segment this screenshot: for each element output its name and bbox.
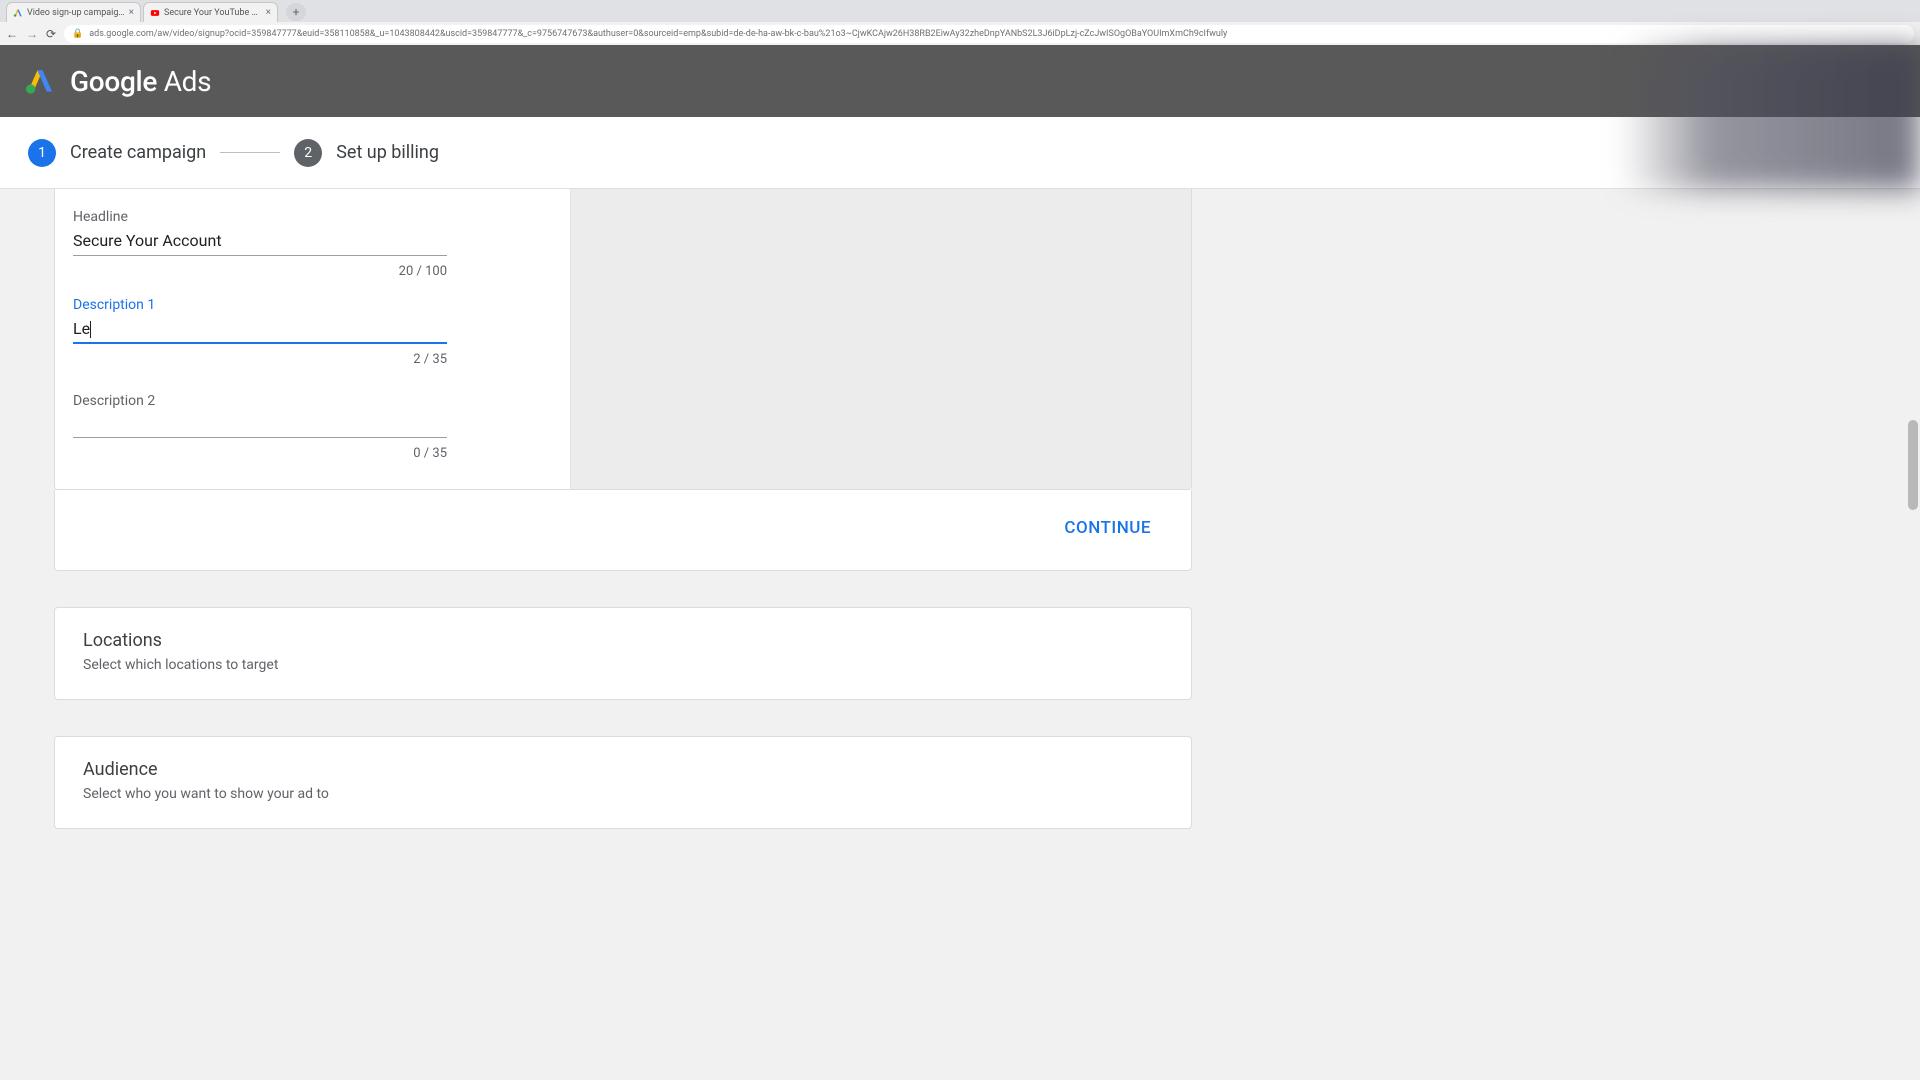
logo-text: Google Ads	[70, 65, 211, 98]
ad-preview-panel	[570, 189, 1191, 489]
app-header: Google Ads	[0, 45, 1920, 117]
description1-input-wrap[interactable]: Le	[73, 319, 447, 344]
headline-input-wrap[interactable]: Secure Your Account	[73, 231, 447, 256]
continue-card: CONTINUE	[54, 490, 1192, 571]
step-label: Set up billing	[336, 142, 439, 163]
ads-favicon-icon	[13, 8, 23, 18]
browser-tab-active[interactable]: Video sign-up campaign - 279 ×	[6, 2, 141, 22]
description2-label: Description 2	[73, 393, 546, 409]
step-connector	[220, 152, 280, 153]
continue-button[interactable]: CONTINUE	[1064, 518, 1151, 538]
forward-icon: →	[26, 27, 38, 41]
headline-counter: 20 / 100	[73, 264, 447, 279]
continue-row: CONTINUE	[55, 490, 1191, 570]
locations-subtitle: Select which locations to target	[83, 657, 1163, 673]
browser-chrome: Video sign-up campaign - 279 × Secure Yo…	[0, 0, 1920, 45]
ad-text-card: Headline Secure Your Account 20 / 100 De…	[54, 189, 1192, 490]
description1-counter: 2 / 35	[73, 352, 447, 367]
description2-field: Description 2 0 / 35	[73, 393, 546, 461]
description2-input[interactable]	[73, 413, 447, 433]
step-number: 2	[294, 139, 322, 167]
step-create-campaign[interactable]: 1 Create campaign	[28, 139, 206, 167]
step-number: 1	[28, 139, 56, 167]
url-text: ads.google.com/aw/video/signup?ocid=3598…	[89, 29, 1227, 39]
step-label: Create campaign	[70, 142, 206, 163]
logo: Google Ads	[24, 65, 211, 98]
tab-title: Video sign-up campaign - 279	[27, 8, 125, 18]
stepper: 1 Create campaign 2 Set up billing	[0, 117, 1920, 189]
close-icon[interactable]: ×	[266, 7, 271, 18]
locations-title: Locations	[83, 630, 1163, 651]
text-cursor	[90, 321, 91, 338]
step-set-up-billing[interactable]: 2 Set up billing	[294, 139, 439, 167]
description1-label: Description 1	[73, 297, 546, 313]
new-tab-button[interactable]: +	[286, 3, 306, 21]
scrollbar-thumb[interactable]	[1908, 420, 1918, 510]
reload-icon[interactable]: ⟳	[46, 27, 56, 41]
description1-field: Description 1 Le 2 / 35	[73, 297, 546, 367]
audience-card[interactable]: Audience Select who you want to show you…	[54, 736, 1192, 829]
back-icon[interactable]: ←	[6, 27, 18, 41]
browser-tab[interactable]: Secure Your YouTube Account ×	[143, 2, 278, 22]
browser-toolbar: ← → ⟳ 🔒 ads.google.com/aw/video/signup?o…	[0, 22, 1920, 45]
headline-field: Headline Secure Your Account 20 / 100	[73, 209, 546, 279]
description2-input-wrap[interactable]	[73, 413, 447, 438]
tab-strip: Video sign-up campaign - 279 × Secure Yo…	[0, 0, 1920, 22]
close-icon[interactable]: ×	[129, 7, 134, 18]
locations-card[interactable]: Locations Select which locations to targ…	[54, 607, 1192, 700]
description1-input[interactable]: Le	[73, 319, 90, 338]
form-column: Headline Secure Your Account 20 / 100 De…	[55, 189, 570, 489]
tab-title: Secure Your YouTube Account	[164, 8, 262, 18]
audience-title: Audience	[83, 759, 1163, 780]
lock-icon: 🔒	[72, 29, 83, 39]
youtube-favicon-icon	[150, 8, 160, 18]
audience-subtitle: Select who you want to show your ad to	[83, 786, 1163, 802]
google-ads-logo-icon	[24, 65, 56, 97]
url-bar[interactable]: 🔒 ads.google.com/aw/video/signup?ocid=35…	[64, 25, 1914, 43]
description2-counter: 0 / 35	[73, 446, 447, 461]
headline-label: Headline	[73, 209, 546, 225]
page-content: Headline Secure Your Account 20 / 100 De…	[0, 189, 1920, 869]
headline-input[interactable]: Secure Your Account	[73, 231, 447, 251]
